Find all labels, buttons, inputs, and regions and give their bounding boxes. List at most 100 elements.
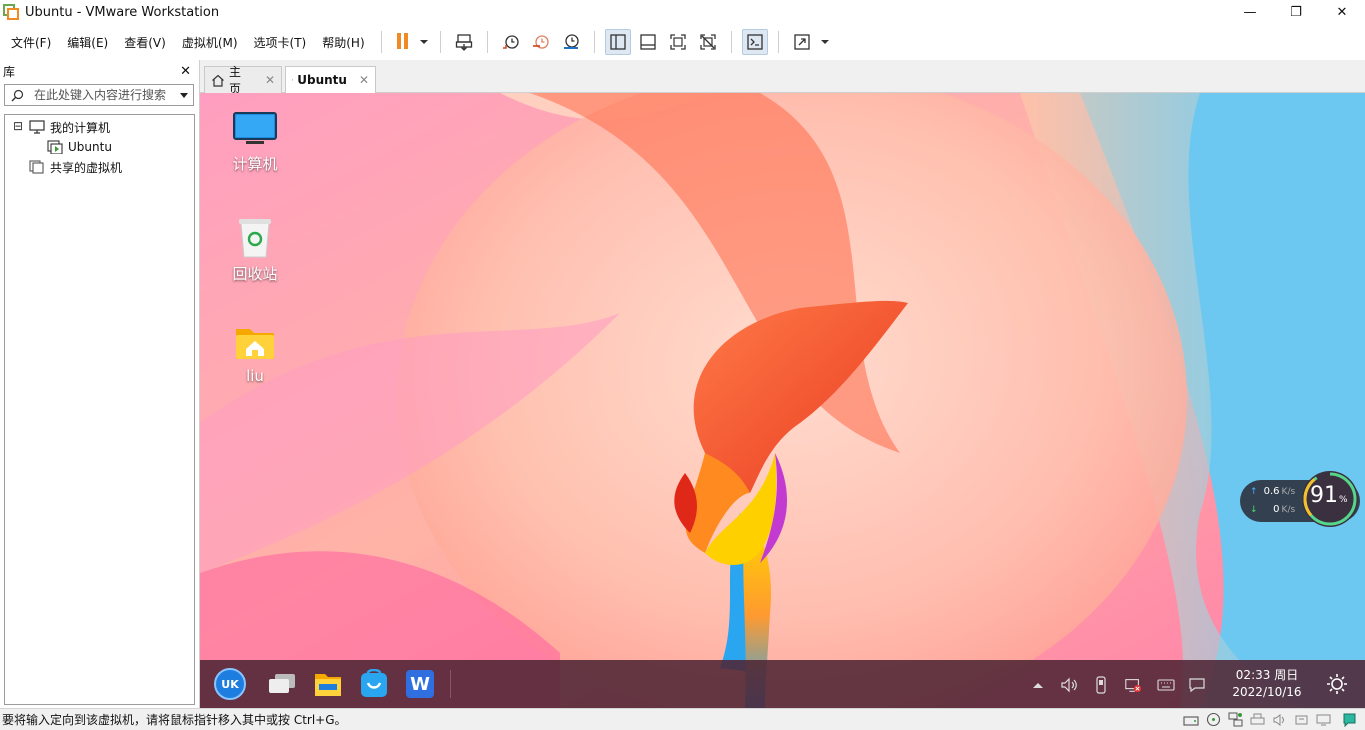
menu-file[interactable]: 文件(F) [0, 34, 59, 51]
tree-item-shared[interactable]: 共享的虚拟机 [29, 158, 122, 176]
vm-console[interactable]: 计算机 回收站 liu ↑ 0.6 K/s ↓ 0 K/s 91 % UK W … [200, 93, 1365, 708]
tree-label-ubuntu: Ubuntu [68, 140, 112, 154]
software-store-button[interactable] [356, 666, 392, 702]
tree-item-my-computer[interactable]: ⊟ 我的计算机 [12, 118, 110, 136]
tray-expand-button[interactable] [1029, 676, 1047, 694]
stretch-button[interactable] [789, 29, 815, 55]
desktop-label-trash: 回收站 [232, 265, 278, 283]
vm-tab-icon [292, 79, 294, 81]
message-icon [1343, 713, 1355, 727]
desktop-label-computer: 计算机 [232, 155, 278, 173]
library-search[interactable] [4, 84, 194, 106]
send-ctrl-alt-del-button[interactable] [451, 29, 477, 55]
multitask-view-button[interactable] [264, 666, 300, 702]
collapse-icon[interactable]: ⊟ [12, 120, 24, 132]
pause-button[interactable] [392, 29, 414, 55]
home-folder-icon [236, 329, 274, 359]
menu-vm[interactable]: 虚拟机(M) [174, 34, 246, 51]
send-ctrl-alt-del-icon [455, 34, 472, 51]
cdrom-status-button[interactable] [1205, 712, 1221, 727]
library-search-input[interactable] [34, 88, 174, 102]
network-adapter-status-button[interactable] [1227, 712, 1243, 727]
desktop-label-home: liu [246, 367, 264, 385]
console-view-icon [746, 34, 763, 50]
software-store-icon [361, 669, 387, 697]
night-mode-button[interactable] [1326, 673, 1348, 695]
minimize-button[interactable]: — [1227, 0, 1273, 24]
unity-icon [699, 34, 716, 50]
revert-snapshot-button[interactable] [528, 29, 554, 55]
network-status-button[interactable] [1124, 676, 1142, 694]
hdd-icon [1183, 715, 1199, 726]
window-title: Ubuntu - VMware Workstation [25, 4, 220, 20]
cdrom-icon [1206, 712, 1220, 727]
desktop-icon-trash[interactable]: 回收站 [223, 215, 287, 284]
close-button[interactable]: ✕ [1319, 0, 1365, 24]
menu-help[interactable]: 帮助(H) [314, 34, 372, 51]
show-library-icon [609, 34, 626, 50]
upload-arrow-icon: ↑ [1250, 486, 1258, 497]
tab-home[interactable]: 主页 ✕ [204, 65, 282, 96]
sound-icon [1273, 713, 1284, 726]
keyboard-button[interactable] [1157, 676, 1175, 694]
printer-status-button[interactable] [1249, 712, 1265, 727]
hdd-status-button[interactable] [1183, 712, 1199, 727]
home-icon [212, 74, 224, 87]
tab-ubuntu-close-icon[interactable]: ✕ [359, 73, 369, 87]
usb-device-status-button[interactable] [1293, 712, 1309, 727]
unity-button[interactable] [695, 29, 721, 55]
maximize-button[interactable]: ❐ [1273, 0, 1319, 24]
wps-writer-button[interactable]: W [402, 666, 438, 702]
show-library-button[interactable] [604, 29, 631, 55]
display-status-button[interactable] [1315, 712, 1331, 727]
volume-icon [1061, 677, 1077, 693]
memory-usage-value: 91 [1310, 483, 1338, 508]
tree-item-ubuntu[interactable]: Ubuntu [47, 138, 112, 156]
menu-tabs[interactable]: 选项卡(T) [246, 34, 315, 51]
upload-speed: 0.6 [1263, 486, 1280, 497]
library-title: 库 [3, 64, 16, 79]
wps-writer-icon: W [406, 670, 434, 698]
tab-bar: 主页 ✕ Ubuntu ✕ [200, 60, 1365, 96]
start-menu-button[interactable]: UK [212, 666, 248, 702]
start-menu-icon: UK [214, 668, 246, 700]
library-close-icon[interactable]: ✕ [180, 64, 191, 79]
menu-edit[interactable]: 编辑(E) [59, 34, 116, 51]
notification-button[interactable] [1188, 676, 1206, 694]
thumbnail-bar-button[interactable] [635, 29, 661, 55]
usb-button[interactable] [1092, 676, 1110, 694]
keyboard-icon [1157, 679, 1175, 691]
multitask-view-icon [269, 674, 295, 693]
status-bar: 要将输入定向到该虚拟机，请将鼠标指针移入其中或按 Ctrl+G。 [0, 708, 1365, 730]
search-dropdown-icon[interactable] [180, 93, 188, 98]
guest-taskbar: UK W 02:33 周日 2022/10/16 [200, 660, 1365, 708]
console-view-button[interactable] [741, 29, 768, 55]
notification-icon [1189, 678, 1205, 693]
vm-icon [47, 140, 63, 154]
tab-home-close-icon[interactable]: ✕ [265, 73, 275, 87]
memory-usage-unit: % [1339, 495, 1348, 505]
memory-usage-gauge[interactable]: 91 % [1300, 469, 1360, 529]
search-icon [11, 89, 24, 101]
display-icon [1316, 714, 1330, 725]
file-manager-button[interactable] [310, 666, 346, 702]
computer-icon [29, 120, 45, 134]
snapshot-button[interactable] [498, 29, 524, 55]
snapshot-manager-button[interactable] [558, 29, 584, 55]
revert-snapshot-icon [532, 35, 549, 49]
desktop-icon-computer[interactable]: 计算机 [223, 109, 287, 174]
sound-status-button[interactable] [1271, 712, 1287, 727]
library-panel: 库 ✕ ⊟ 我的计算机 Ubuntu 共享的虚拟机 [0, 60, 200, 708]
taskbar-clock[interactable]: 02:33 周日 2022/10/16 [1222, 667, 1312, 701]
full-screen-icon [669, 34, 686, 50]
desktop-icon-home[interactable]: liu [223, 323, 287, 385]
library-tree: ⊟ 我的计算机 Ubuntu 共享的虚拟机 [4, 114, 195, 705]
tab-ubuntu[interactable]: Ubuntu ✕ [285, 66, 376, 93]
power-dropdown-icon[interactable] [419, 40, 428, 44]
full-screen-button[interactable] [665, 29, 691, 55]
volume-button[interactable] [1060, 676, 1078, 694]
menu-view[interactable]: 查看(V) [116, 34, 174, 51]
message-status-button[interactable] [1341, 712, 1357, 727]
stretch-icon [793, 34, 810, 50]
stretch-dropdown-icon[interactable] [820, 40, 829, 44]
